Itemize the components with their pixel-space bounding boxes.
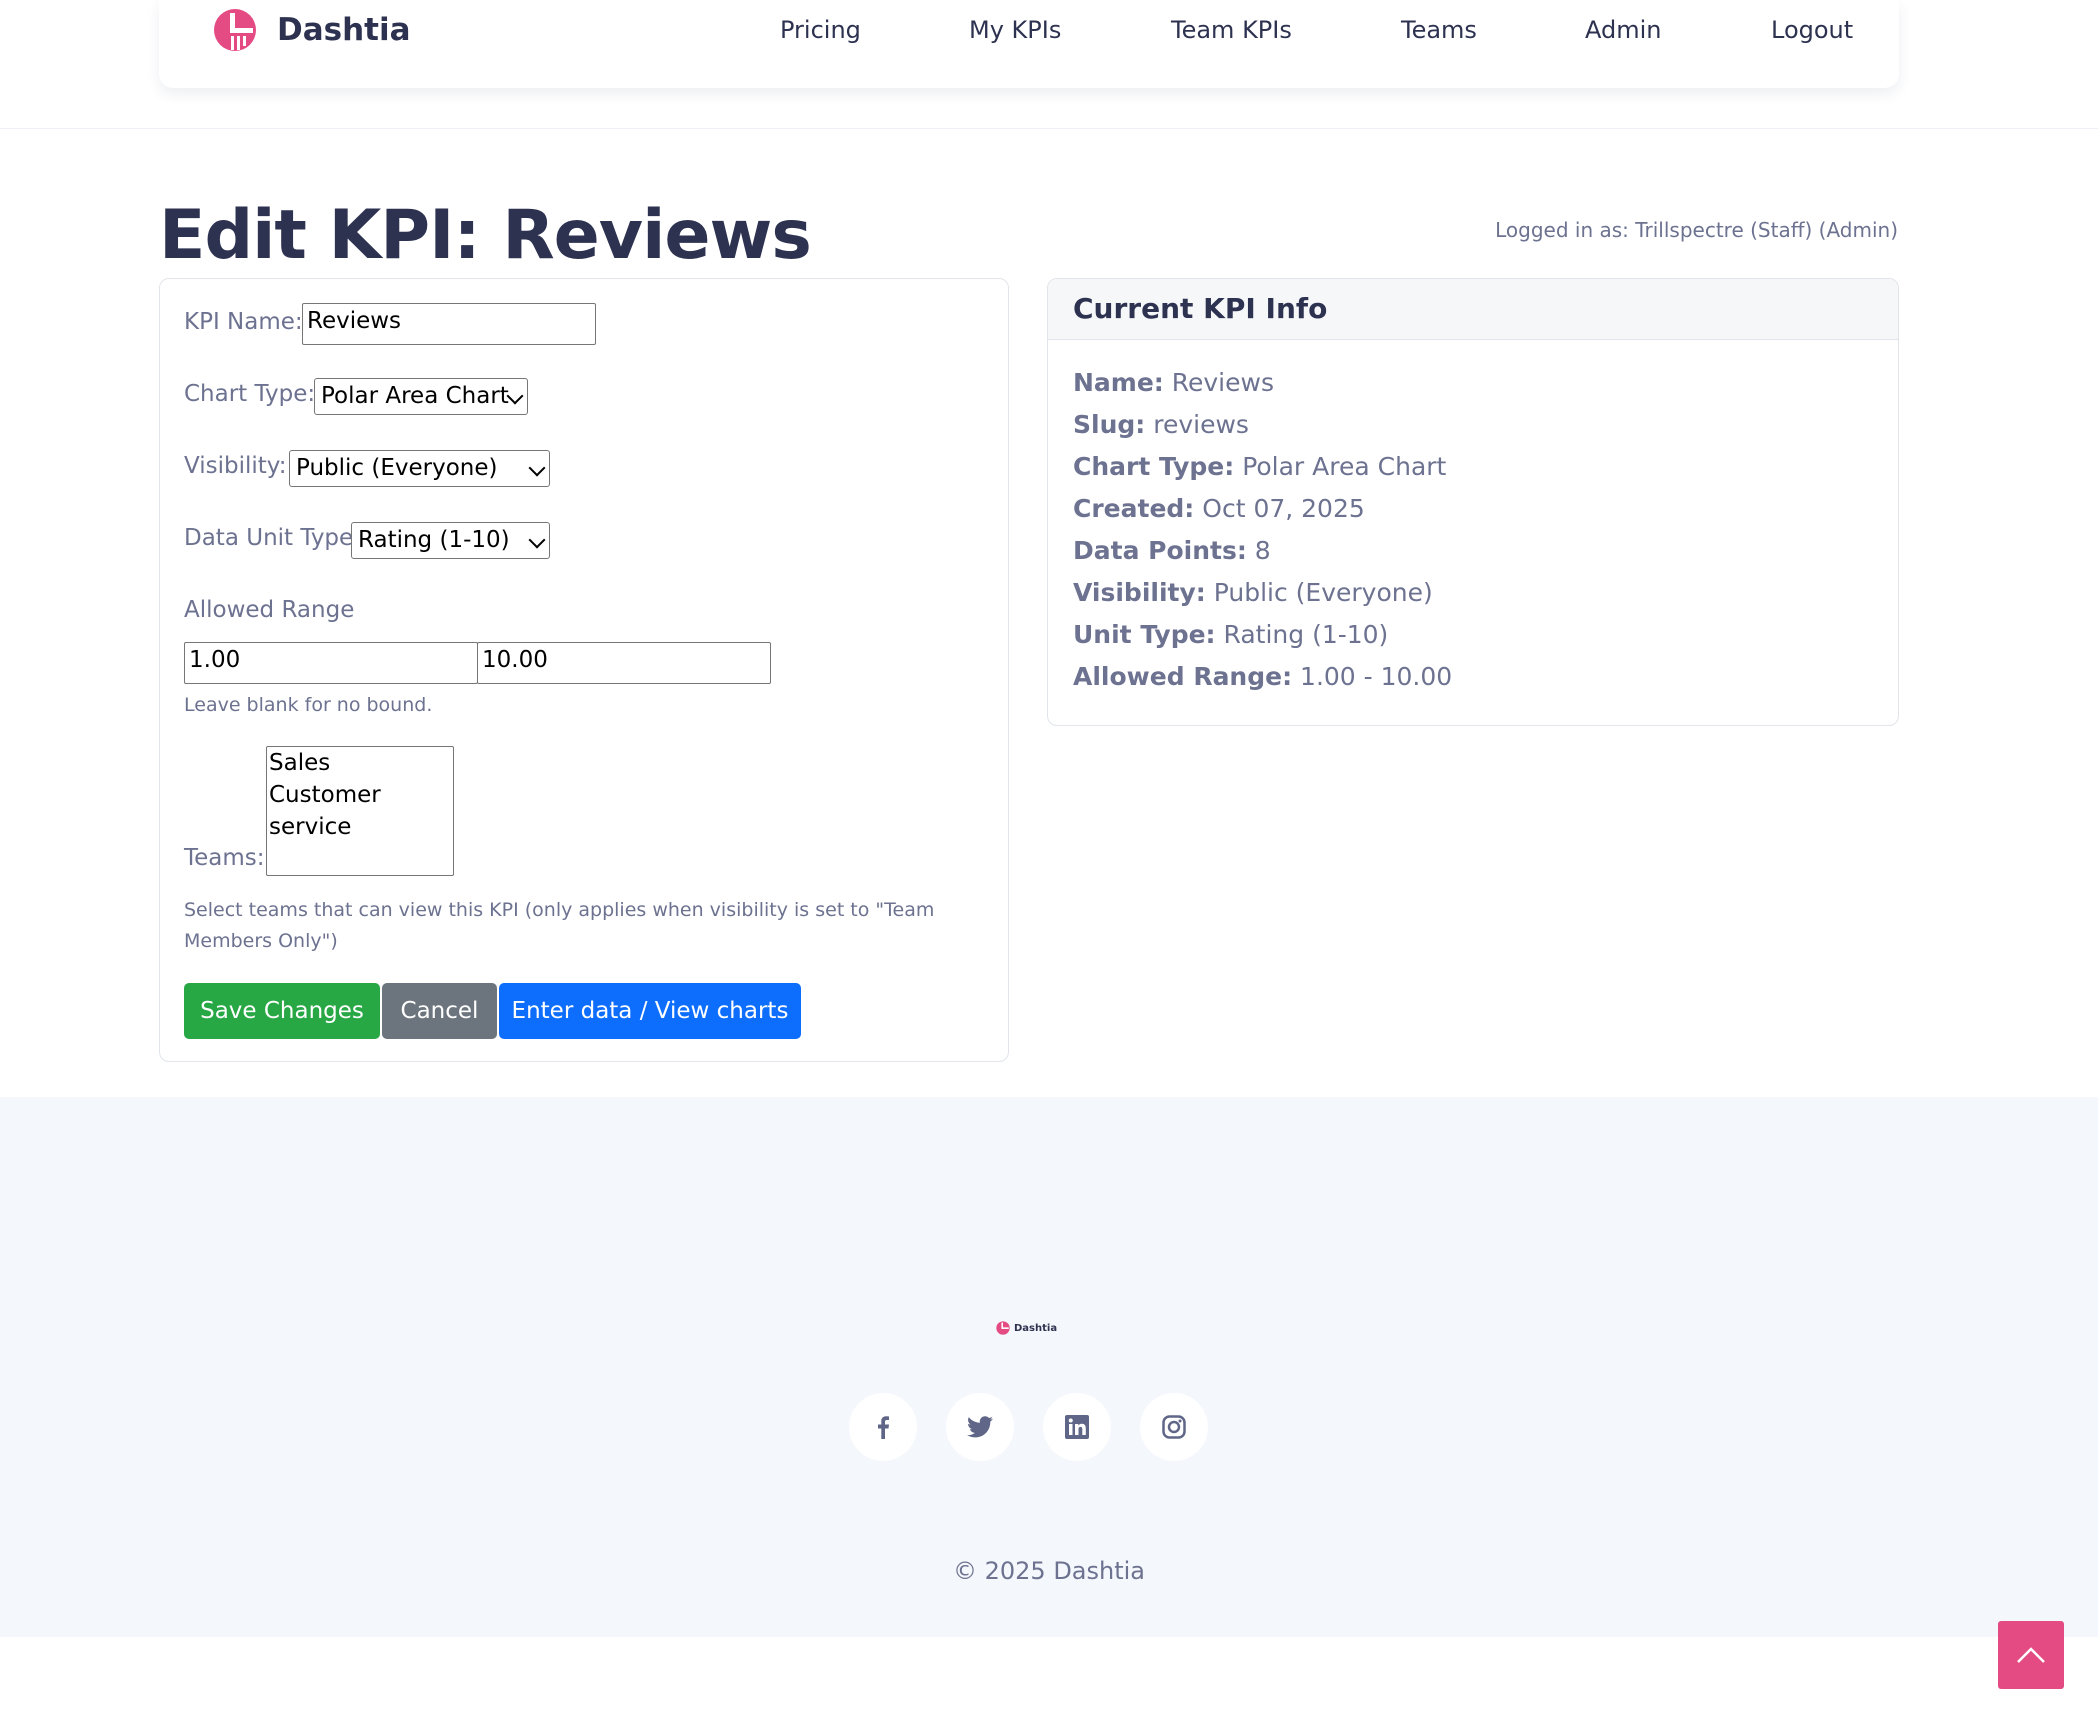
nav-teams[interactable]: Teams — [1401, 16, 1477, 44]
chart-type-selected: Polar Area Chart — [321, 383, 509, 409]
scroll-to-top-button[interactable] — [1998, 1621, 2064, 1689]
visibility-label: Visibility: — [184, 453, 287, 479]
nav-my-kpis[interactable]: My KPIs — [969, 16, 1061, 44]
save-changes-button[interactable]: Save Changes — [184, 983, 380, 1039]
allowed-range-label: Allowed Range — [184, 597, 355, 623]
info-value: reviews — [1153, 410, 1249, 439]
instagram-link[interactable] — [1140, 1393, 1208, 1461]
info-value: 1.00 - 10.00 — [1300, 662, 1453, 691]
info-row-chart-type: Chart Type: Polar Area Chart — [1073, 446, 1898, 488]
info-key: Name: — [1073, 368, 1164, 397]
nav-admin[interactable]: Admin — [1585, 16, 1662, 44]
team-option-sales[interactable]: Sales — [269, 747, 451, 779]
info-card-title: Current KPI Info — [1048, 279, 1898, 340]
unit-type-label: Data Unit Type — [184, 525, 354, 551]
view-charts-button[interactable]: Enter data / View charts — [499, 983, 801, 1039]
cancel-button[interactable]: Cancel — [382, 983, 497, 1039]
logged-in-status: Logged in as: Trillspectre (Staff) (Admi… — [1495, 218, 1898, 242]
page-title: Edit KPI: Reviews — [159, 196, 812, 275]
info-list: Name: Reviews Slug: reviews Chart Type: … — [1048, 340, 1898, 698]
copyright-text: © 2025 Dashtia — [952, 1557, 1146, 1585]
info-value: Polar Area Chart — [1242, 452, 1447, 481]
info-value: Public (Everyone) — [1213, 578, 1433, 607]
teams-multiselect[interactable]: Sales Customer service — [266, 746, 454, 876]
info-key: Visibility: — [1073, 578, 1206, 607]
footer: Dashtia © 2025 Dashtia — [0, 1097, 2098, 1637]
instagram-icon — [1162, 1415, 1186, 1439]
info-row-slug: Slug: reviews — [1073, 404, 1898, 446]
footer-brand-link[interactable]: Dashtia — [996, 1321, 1057, 1335]
info-row-allowed-range: Allowed Range: 1.00 - 10.00 — [1073, 656, 1898, 698]
navbar: Dashtia Pricing My KPIs Team KPIs Teams … — [159, 0, 1899, 88]
twitter-icon — [967, 1416, 993, 1438]
linkedin-icon — [1065, 1415, 1089, 1439]
info-value: Oct 07, 2025 — [1202, 494, 1365, 523]
nav-pricing[interactable]: Pricing — [780, 16, 861, 44]
kpi-name-input[interactable]: Reviews — [302, 303, 596, 345]
chevron-down-icon — [506, 387, 524, 405]
info-row-data-points: Data Points: 8 — [1073, 530, 1898, 572]
nav-logout[interactable]: Logout — [1771, 16, 1853, 44]
dashtia-logo-icon — [996, 1321, 1010, 1335]
info-value: Rating (1-10) — [1223, 620, 1389, 649]
linkedin-link[interactable] — [1043, 1393, 1111, 1461]
info-key: Allowed Range: — [1073, 662, 1293, 691]
brand-link[interactable]: Dashtia — [213, 8, 411, 52]
info-key: Slug: — [1073, 410, 1146, 439]
info-value: 8 — [1254, 536, 1271, 565]
range-min-input[interactable]: 1.00 — [184, 642, 478, 684]
info-key: Unit Type: — [1073, 620, 1216, 649]
info-value: Reviews — [1171, 368, 1274, 397]
dashtia-logo-icon — [214, 9, 256, 51]
info-row-unit-type: Unit Type: Rating (1-10) — [1073, 614, 1898, 656]
twitter-link[interactable] — [946, 1393, 1014, 1461]
footer-brand-name: Dashtia — [1014, 1322, 1058, 1334]
chevron-down-icon — [528, 531, 546, 549]
header: Dashtia Pricing My KPIs Team KPIs Teams … — [0, 0, 2098, 129]
info-key: Chart Type: — [1073, 452, 1235, 481]
range-max-input[interactable]: 10.00 — [477, 642, 771, 684]
brand-name: Dashtia — [277, 12, 411, 48]
chevron-up-icon — [2017, 1647, 2045, 1663]
range-help-text: Leave blank for no bound. — [184, 694, 433, 716]
facebook-icon — [878, 1416, 889, 1439]
facebook-link[interactable] — [849, 1393, 917, 1461]
unit-type-select[interactable]: Rating (1-10) — [351, 522, 550, 559]
info-key: Data Points: — [1073, 536, 1247, 565]
teams-help-text: Select teams that can view this KPI (onl… — [184, 899, 935, 952]
team-option-customer-service[interactable]: Customer service — [269, 779, 451, 843]
info-row-name: Name: Reviews — [1073, 362, 1898, 404]
info-row-visibility: Visibility: Public (Everyone) — [1073, 572, 1898, 614]
edit-kpi-form: KPI Name: Reviews Chart Type: Polar Area… — [159, 278, 1009, 1062]
nav-team-kpis[interactable]: Team KPIs — [1171, 16, 1292, 44]
chart-type-label: Chart Type: — [184, 381, 316, 407]
info-row-created: Created: Oct 07, 2025 — [1073, 488, 1898, 530]
chevron-down-icon — [528, 459, 546, 477]
teams-label: Teams: — [184, 845, 265, 871]
chart-type-select[interactable]: Polar Area Chart — [314, 378, 528, 415]
info-key: Created: — [1073, 494, 1195, 523]
visibility-select[interactable]: Public (Everyone) — [289, 450, 550, 487]
unit-type-selected: Rating (1-10) — [358, 527, 510, 553]
visibility-selected: Public (Everyone) — [296, 455, 498, 481]
kpi-name-label: KPI Name: — [184, 309, 303, 335]
current-kpi-info-card: Current KPI Info Name: Reviews Slug: rev… — [1047, 278, 1899, 726]
